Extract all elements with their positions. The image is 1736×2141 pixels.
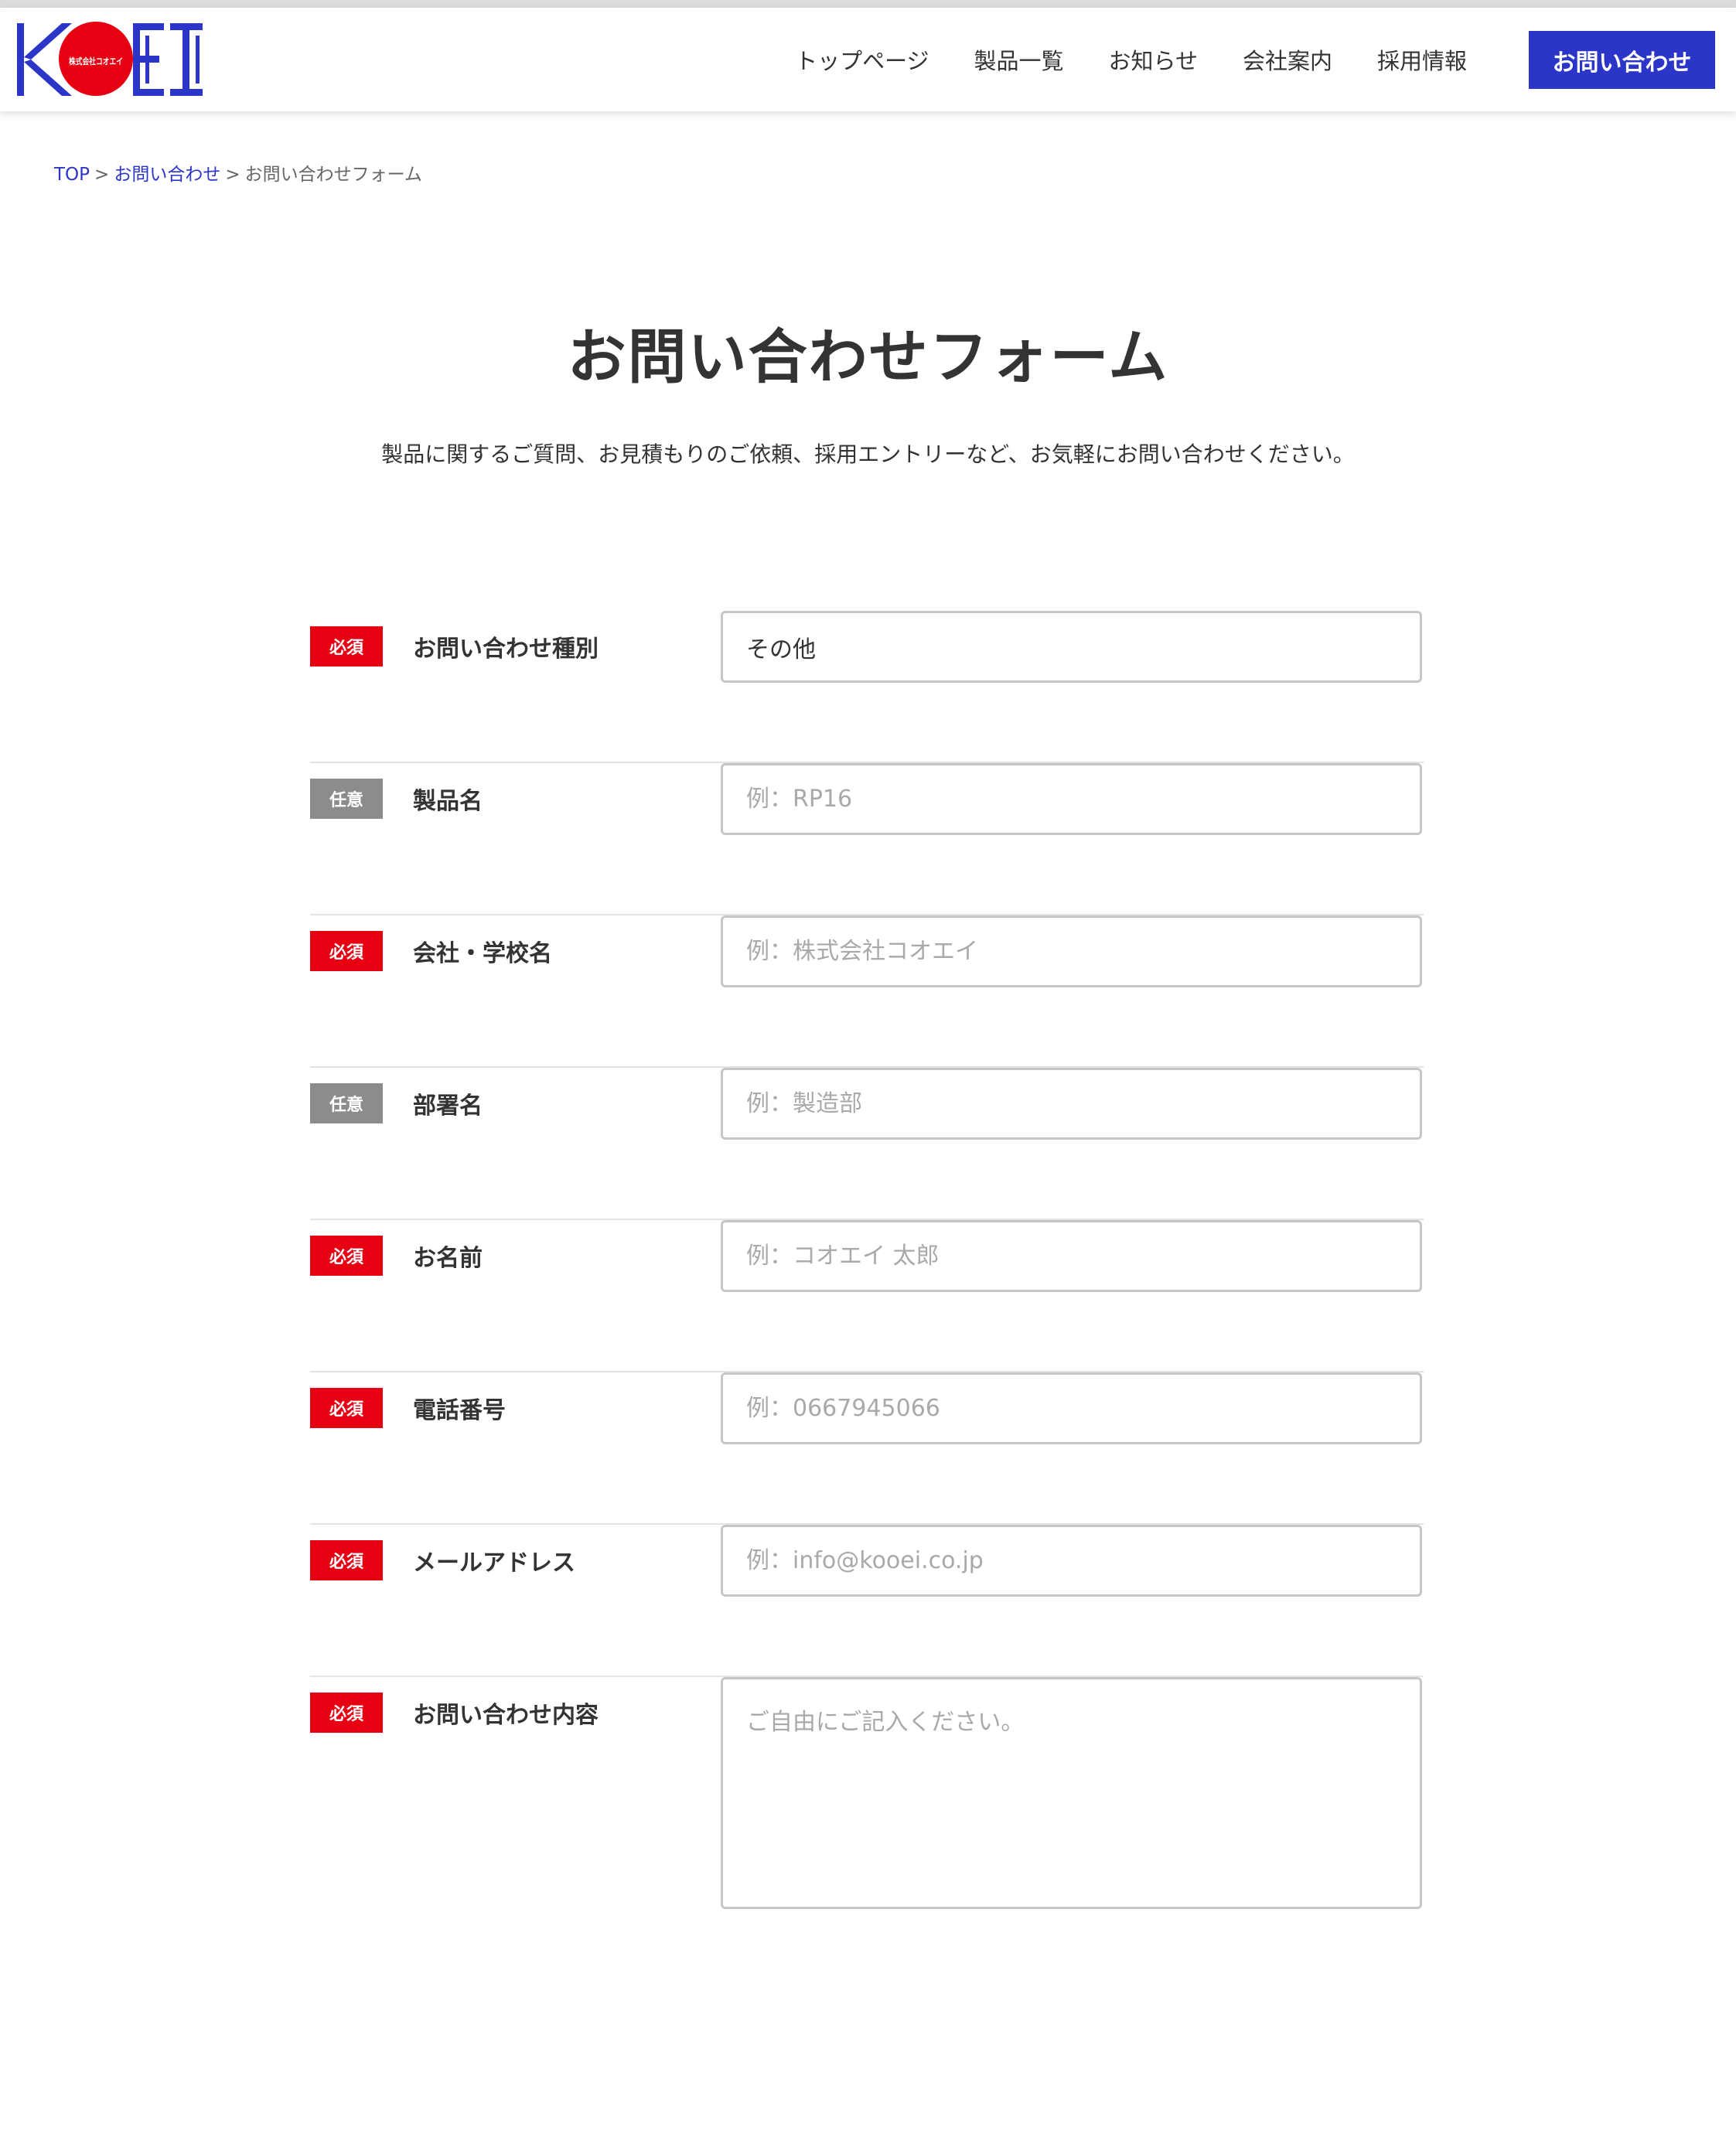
nav-top-page[interactable]: トップページ — [795, 43, 929, 76]
contact-form: 必須 お問い合わせ種別 その他 任意 製品名 必須 会社・学校名 任意 部署名 … — [310, 611, 1424, 2141]
form-row-inquiry-type: 必須 お問い合わせ種別 その他 — [310, 611, 1424, 763]
field-label: お問い合わせ種別 — [413, 636, 599, 663]
form-row-company-name: 必須 会社・学校名 — [310, 915, 1424, 1068]
breadcrumb-current: お問い合わせフォーム — [244, 165, 422, 185]
field-label: 製品名 — [413, 788, 483, 815]
form-row-phone: 必須 電話番号 — [310, 1372, 1424, 1525]
optional-badge: 任意 — [310, 779, 383, 819]
form-row-message: 必須 お問い合わせ内容 — [310, 1677, 1424, 2141]
required-badge: 必須 — [310, 1693, 383, 1733]
form-row-department: 任意 部署名 — [310, 1068, 1424, 1220]
inquiry-type-select[interactable]: その他 — [721, 611, 1422, 683]
field-label: 会社・学校名 — [413, 940, 552, 967]
form-row-name: 必須 お名前 — [310, 1220, 1424, 1372]
breadcrumb: TOP > お問い合わせ > お問い合わせフォーム — [54, 159, 422, 186]
required-badge: 必須 — [310, 1540, 383, 1580]
nav-recruit[interactable]: 採用情報 — [1377, 43, 1467, 76]
required-badge: 必須 — [310, 1388, 383, 1428]
field-label: お問い合わせ内容 — [413, 1702, 599, 1729]
breadcrumb-top[interactable]: TOP — [54, 165, 90, 185]
top-border — [0, 0, 1736, 8]
breadcrumb-separator: > — [225, 165, 240, 185]
nav-products[interactable]: 製品一覧 — [974, 43, 1064, 76]
page-lead: 製品に関するご質問、お見積もりのご依頼、採用エントリーなど、お気軽にお問い合わせ… — [381, 441, 1355, 467]
phone-input[interactable] — [721, 1372, 1422, 1444]
company-name-input[interactable] — [721, 915, 1422, 987]
breadcrumb-contact[interactable]: お問い合わせ — [114, 165, 220, 185]
optional-badge: 任意 — [310, 1083, 383, 1123]
breadcrumb-separator: > — [94, 165, 110, 185]
required-badge: 必須 — [310, 931, 383, 971]
site-header: 株式会社コオエイ トップページ 製品一覧 お知らせ 会社案内 採用情報 お問い合… — [0, 8, 1736, 111]
koei-logo[interactable]: 株式会社コオエイ — [15, 22, 205, 97]
required-badge: 必須 — [310, 1236, 383, 1276]
department-input[interactable] — [721, 1068, 1422, 1140]
product-name-input[interactable] — [721, 763, 1422, 835]
form-row-email: 必須 メールアドレス — [310, 1525, 1424, 1677]
nav-news[interactable]: お知らせ — [1109, 43, 1198, 76]
field-label: 部署名 — [413, 1093, 483, 1120]
email-input[interactable] — [721, 1525, 1422, 1597]
field-label: お名前 — [413, 1245, 483, 1272]
required-badge: 必須 — [310, 626, 383, 667]
message-textarea[interactable] — [721, 1677, 1422, 1909]
field-label: 電話番号 — [413, 1397, 506, 1424]
global-nav: トップページ 製品一覧 お知らせ 会社案内 採用情報 — [795, 8, 1512, 111]
form-row-product-name: 任意 製品名 — [310, 763, 1424, 915]
field-label: メールアドレス — [413, 1549, 575, 1577]
logo-company-name: 株式会社コオエイ — [69, 56, 123, 66]
name-input[interactable] — [721, 1220, 1422, 1292]
nav-company[interactable]: 会社案内 — [1243, 43, 1332, 76]
contact-button[interactable]: お問い合わせ — [1529, 31, 1715, 89]
page-title: お問い合わせフォーム — [567, 322, 1169, 391]
